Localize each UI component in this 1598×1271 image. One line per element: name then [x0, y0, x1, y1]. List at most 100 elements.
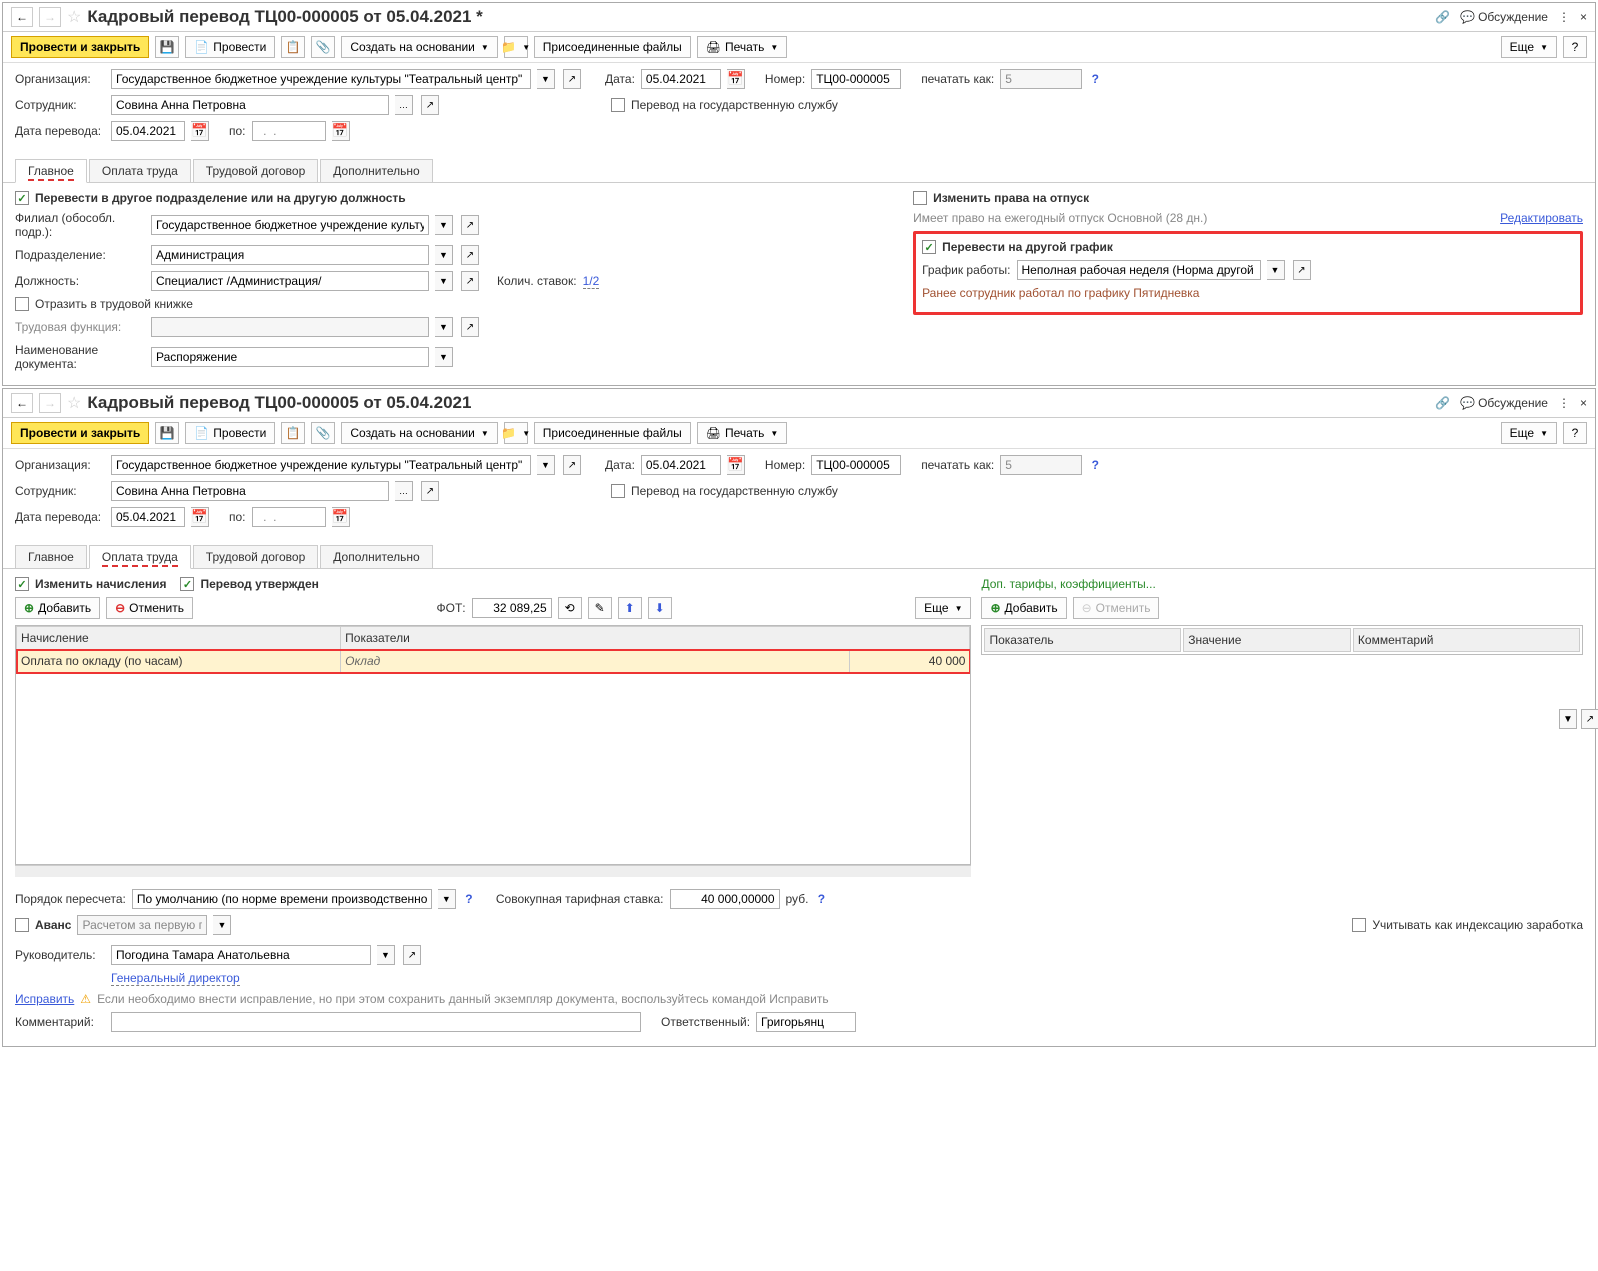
- cancel-button[interactable]: ⊖ Отменить: [106, 597, 193, 619]
- extra-tariffs[interactable]: Доп. тарифы, коэффициенты...: [981, 577, 1155, 591]
- schedule-check[interactable]: [922, 240, 936, 254]
- more-button[interactable]: Еще▼: [1501, 36, 1557, 58]
- tab2-contract[interactable]: Трудовой договор: [193, 545, 318, 568]
- branch-dd[interactable]: ▼: [435, 215, 453, 235]
- print-button[interactable]: 🖨 Печать▼: [697, 36, 787, 58]
- org-dd[interactable]: ▼: [537, 69, 555, 89]
- func-open[interactable]: ↗: [461, 317, 479, 337]
- discussion-button[interactable]: 💬 Обсуждение: [1460, 10, 1548, 24]
- func-dd[interactable]: ▼: [435, 317, 453, 337]
- th-znach[interactable]: Значение: [1183, 628, 1351, 652]
- edit-pencil-button[interactable]: ✎: [588, 597, 612, 619]
- todate-cal[interactable]: 📅: [332, 121, 350, 141]
- date-input-2[interactable]: [641, 455, 721, 475]
- help-button-2[interactable]: ?: [1563, 422, 1587, 444]
- table-row[interactable]: Оплата по окладу (по часам) Оклад 40 000: [17, 650, 970, 673]
- post-button-2[interactable]: 📄 Провести: [185, 422, 275, 444]
- fot-input[interactable]: [472, 598, 552, 618]
- recalc-help[interactable]: ?: [462, 892, 476, 906]
- todate-cal-2[interactable]: 📅: [332, 507, 350, 527]
- tab2-extra[interactable]: Дополнительно: [320, 545, 432, 568]
- link-icon-2[interactable]: 🔗: [1435, 396, 1450, 410]
- scrollbar-h[interactable]: [15, 865, 971, 877]
- add-button[interactable]: ⊕ Добавить: [15, 597, 100, 619]
- recalc-dd[interactable]: ▼: [438, 889, 456, 909]
- pos-input[interactable]: [151, 271, 429, 291]
- number-input[interactable]: [811, 69, 901, 89]
- star-icon[interactable]: ☆: [67, 7, 81, 27]
- print-button-2[interactable]: 🖨 Печать▼: [697, 422, 787, 444]
- attach-icon-2[interactable]: 📎: [311, 422, 335, 444]
- printas-input-2[interactable]: [1000, 455, 1082, 475]
- save-button[interactable]: 💾: [155, 36, 179, 58]
- move-up-button[interactable]: ⬆: [618, 597, 642, 619]
- back-button-2[interactable]: ←: [11, 393, 33, 413]
- discussion-button-2[interactable]: 💬 Обсуждение: [1460, 396, 1548, 410]
- save-button-2[interactable]: 💾: [155, 422, 179, 444]
- dept-open[interactable]: ↗: [461, 245, 479, 265]
- docname-input[interactable]: [151, 347, 429, 367]
- more-button-2[interactable]: Еще▼: [1501, 422, 1557, 444]
- link-icon[interactable]: 🔗: [1435, 10, 1450, 24]
- printas-input[interactable]: [1000, 69, 1082, 89]
- th-accrual[interactable]: Начисление: [17, 627, 341, 650]
- forward-button[interactable]: →: [39, 7, 61, 27]
- branch-open[interactable]: ↗: [461, 215, 479, 235]
- pos-dd[interactable]: ▼: [435, 271, 453, 291]
- transfer-dept-check[interactable]: [15, 191, 29, 205]
- date-input[interactable]: [641, 69, 721, 89]
- resp-input[interactable]: [756, 1012, 856, 1032]
- edit-link[interactable]: Редактировать: [1500, 211, 1583, 225]
- schedule-dd[interactable]: ▼: [1267, 260, 1285, 280]
- th-indicators[interactable]: Показатели: [341, 627, 970, 650]
- agg-rate-input[interactable]: [670, 889, 780, 909]
- help-button[interactable]: ?: [1563, 36, 1587, 58]
- more-accruals-button[interactable]: Еще▼: [915, 597, 971, 619]
- advance-dd[interactable]: ▼: [213, 915, 231, 935]
- lines-icon-2[interactable]: 📋: [281, 422, 305, 444]
- to-date-input-2[interactable]: [252, 507, 326, 527]
- create-based-button-2[interactable]: Создать на основании▼: [341, 422, 497, 444]
- schedule-open[interactable]: ↗: [1293, 260, 1311, 280]
- rates-link[interactable]: 1/2: [583, 274, 600, 289]
- transfer-date-input-2[interactable]: [111, 507, 185, 527]
- change-accruals-check[interactable]: [15, 577, 29, 591]
- docname-dd[interactable]: ▼: [435, 347, 453, 367]
- org-dd-2[interactable]: ▼: [537, 455, 555, 475]
- manager-input[interactable]: [111, 945, 371, 965]
- dept-input[interactable]: [151, 245, 429, 265]
- manager-dd[interactable]: ▼: [377, 945, 395, 965]
- agg-help[interactable]: ?: [814, 892, 828, 906]
- schedule-input[interactable]: [1017, 260, 1261, 280]
- folder-button-2[interactable]: 📁▼: [504, 422, 528, 444]
- vacation-check[interactable]: [913, 191, 927, 205]
- tab-contract[interactable]: Трудовой договор: [193, 159, 318, 182]
- tdate-cal[interactable]: 📅: [191, 121, 209, 141]
- side-dd[interactable]: ▼: [1559, 709, 1577, 729]
- move-down-button[interactable]: ⬇: [648, 597, 672, 619]
- cancel-coeff-button[interactable]: ⊖ Отменить: [1073, 597, 1160, 619]
- tab-extra[interactable]: Дополнительно: [320, 159, 432, 182]
- lines-icon[interactable]: 📋: [281, 36, 305, 58]
- org-input-2[interactable]: [111, 455, 531, 475]
- menu-icon-2[interactable]: ⋮: [1558, 396, 1570, 410]
- add-coeff-button[interactable]: ⊕ Добавить: [981, 597, 1066, 619]
- employee-input[interactable]: [111, 95, 389, 115]
- close-icon-2[interactable]: ×: [1580, 396, 1587, 410]
- employee-dd[interactable]: …: [395, 95, 413, 115]
- help-printas[interactable]: ?: [1088, 72, 1102, 86]
- create-based-button[interactable]: Создать на основании▼: [341, 36, 497, 58]
- back-button[interactable]: ←: [11, 7, 33, 27]
- refresh-button[interactable]: ⟲: [558, 597, 582, 619]
- employee-open[interactable]: ↗: [421, 95, 439, 115]
- post-close-button-2[interactable]: Провести и закрыть: [11, 422, 149, 444]
- employee-input-2[interactable]: [111, 481, 389, 501]
- tab-main[interactable]: Главное: [15, 159, 87, 183]
- attach-icon[interactable]: 📎: [311, 36, 335, 58]
- workbook-check[interactable]: [15, 297, 29, 311]
- tab2-pay[interactable]: Оплата труда: [89, 545, 191, 569]
- number-input-2[interactable]: [811, 455, 901, 475]
- recalc-input[interactable]: [132, 889, 432, 909]
- to-date-input[interactable]: [252, 121, 326, 141]
- index-check[interactable]: [1352, 918, 1366, 932]
